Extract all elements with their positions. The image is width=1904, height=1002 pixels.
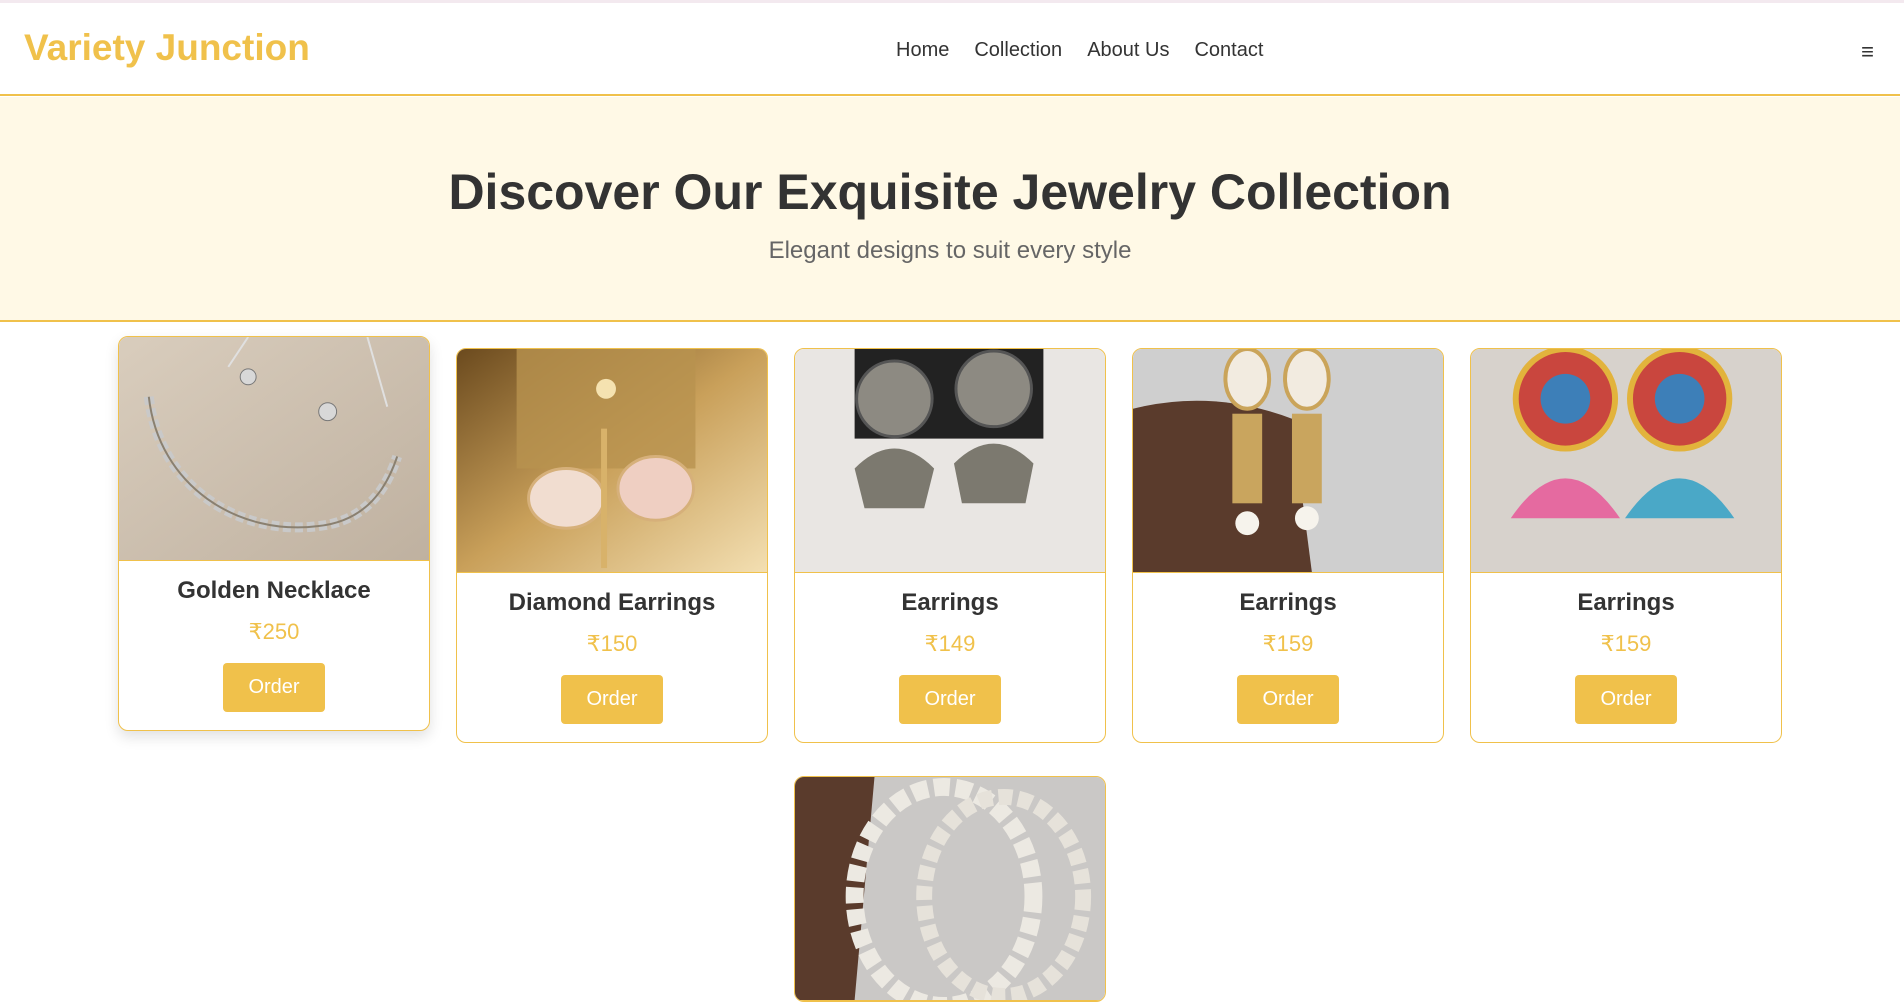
product-price: ₹159	[1262, 631, 1314, 656]
product-price: ₹150	[586, 631, 638, 656]
order-button[interactable]: Order	[1575, 675, 1677, 724]
order-button[interactable]: Order	[1237, 675, 1339, 724]
hero-title: Discover Our Exquisite Jewelry Collectio…	[448, 164, 1452, 220]
product-price: ₹250	[248, 619, 300, 644]
site-header: Variety Junction Home Collection About U…	[0, 3, 1900, 96]
nav-about-us[interactable]: About Us	[1087, 39, 1169, 62]
product-card: Earrings ₹159 Order	[1470, 348, 1782, 743]
colorful-jhumka-image	[1471, 349, 1781, 573]
product-name: Golden Necklace	[177, 577, 371, 604]
main-nav: Home Collection About Us Contact	[896, 39, 1288, 62]
product-card	[794, 776, 1106, 1002]
product-price: ₹149	[924, 631, 976, 656]
nav-collection[interactable]: Collection	[974, 39, 1062, 62]
product-name: Diamond Earrings	[508, 589, 716, 616]
oxidized-jhumka-image	[795, 349, 1105, 573]
product-name: Earrings	[1239, 589, 1337, 616]
pearl-drop-earrings-image	[1133, 349, 1443, 573]
butterfly-earrings-image	[457, 349, 767, 573]
product-card: Earrings ₹159 Order	[1132, 348, 1444, 743]
product-name: Earrings	[901, 589, 999, 616]
pearl-bangles-image	[795, 777, 1105, 1001]
product-price: ₹159	[1600, 631, 1652, 656]
nav-contact[interactable]: Contact	[1194, 39, 1263, 62]
hero-banner: Discover Our Exquisite Jewelry Collectio…	[0, 97, 1900, 322]
product-card: Golden Necklace ₹250 Order	[118, 336, 430, 731]
order-button[interactable]: Order	[899, 675, 1001, 724]
nav-home[interactable]: Home	[896, 39, 949, 62]
order-button[interactable]: Order	[561, 675, 663, 724]
product-name: Earrings	[1577, 589, 1675, 616]
hero-subtitle: Elegant designs to suit every style	[768, 237, 1132, 264]
order-button[interactable]: Order	[223, 663, 325, 712]
site-logo[interactable]: Variety Junction	[24, 27, 310, 69]
product-card: Earrings ₹149 Order	[794, 348, 1106, 743]
necklace-image	[119, 337, 429, 561]
product-card: Diamond Earrings ₹150 Order	[456, 348, 768, 743]
hamburger-menu-icon[interactable]: ≡	[1861, 41, 1874, 63]
